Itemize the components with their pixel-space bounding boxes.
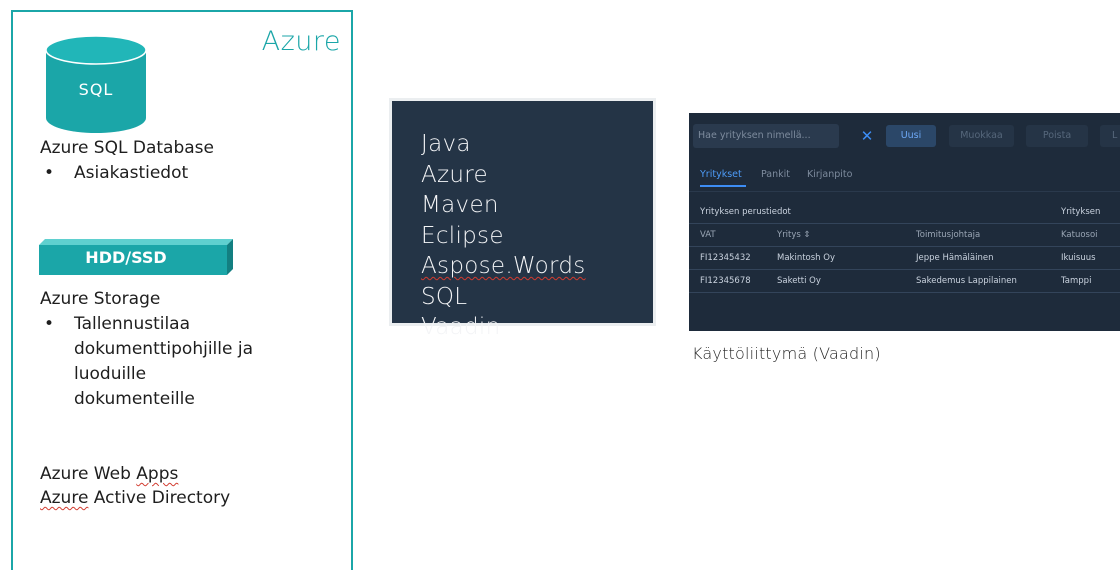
sql-database-section: Azure SQL Database • Asiakastiedot <box>40 136 214 186</box>
storage-bullet-line: luoduille <box>74 364 147 384</box>
bullet-icon: • <box>44 314 55 334</box>
bullet-icon: • <box>44 163 55 183</box>
column-header-company[interactable]: Yritys ⇕ <box>777 230 811 240</box>
cell-street: Tamppi <box>1061 276 1092 286</box>
grid-group-header: Yrityksen perustiedot Yrityksen <box>689 201 1120 223</box>
tab-accounting[interactable]: Kirjanpito <box>807 169 852 180</box>
sql-database-heading: Azure SQL Database <box>40 138 214 158</box>
sql-bullet-text: Asiakastiedot <box>74 163 189 183</box>
screenshot-caption: Käyttöliittymä (Vaadin) <box>692 344 881 363</box>
tech-item: Aspose.Words <box>421 251 653 282</box>
toolbar: Hae yrityksen nimellä... ✕ Uusi Muokkaa … <box>689 113 1120 153</box>
column-header-ceo[interactable]: Toimitusjohtaja <box>916 230 980 240</box>
tech-item: Azure <box>421 161 488 188</box>
storage-bullet-line: dokumenteille <box>74 389 195 409</box>
tech-item: Maven <box>421 192 499 218</box>
new-button[interactable]: Uusi <box>886 125 936 147</box>
active-tab-indicator <box>700 185 746 187</box>
cell-ceo: Sakedemus Lappilainen <box>916 276 1017 286</box>
tech-item: Java <box>421 131 471 157</box>
storage-bullet-line: Tallennustilaa <box>74 314 191 334</box>
search-input[interactable]: Hae yrityksen nimellä... <box>693 124 839 148</box>
tech-stack-panel: Java Azure Maven Eclipse Aspose.Words SQ… <box>389 98 656 340</box>
tech-item: Vaadin <box>421 314 501 340</box>
cell-vat: FI12345432 <box>700 253 751 263</box>
delete-button[interactable]: Poista <box>1026 125 1088 147</box>
storage-bullet-line: dokumenttipohjille ja <box>74 339 253 359</box>
tab-bar: Yritykset Pankit Kirjanpito <box>689 163 1120 187</box>
group-header-basic: Yrityksen perustiedot <box>700 207 791 217</box>
extra-button[interactable]: L <box>1100 125 1120 147</box>
column-header-vat[interactable]: VAT <box>700 230 716 240</box>
cell-company: Makintosh Oy <box>777 253 835 263</box>
edit-button[interactable]: Muokkaa <box>949 125 1014 147</box>
cell-ceo: Jeppe Hämäläinen <box>916 253 994 263</box>
cell-street: Ikuisuus <box>1061 253 1096 263</box>
tech-stack-list: Java Azure Maven Eclipse Aspose.Words SQ… <box>392 101 653 340</box>
database-label: SQL <box>78 80 114 99</box>
storage-section: Azure Storage • Tallennustilaa dokumentt… <box>40 287 253 412</box>
vaadin-ui-screenshot: Hae yrityksen nimellä... ✕ Uusi Muokkaa … <box>689 113 1120 331</box>
azure-title: Azure <box>261 26 341 57</box>
table-row[interactable]: FI12345432 Makintosh Oy Jeppe Hämäläinen… <box>689 247 1120 269</box>
azure-panel: Azure SQL Azure SQL Database • Asiakasti… <box>11 10 353 570</box>
grid-column-header: VAT Yritys ⇕ Toimitusjohtaja Katuosoi <box>689 224 1120 246</box>
column-header-street[interactable]: Katuosoi <box>1061 230 1098 240</box>
group-header-second: Yrityksen <box>1061 207 1101 217</box>
tabs-divider <box>689 191 1120 192</box>
tech-item-text: Aspose.Words <box>421 253 586 279</box>
storage-heading: Azure Storage <box>40 289 161 309</box>
active-directory-text: Azure Active Directory <box>40 488 231 508</box>
row-divider <box>689 292 1120 293</box>
tab-banks[interactable]: Pankit <box>761 169 790 180</box>
close-icon[interactable]: ✕ <box>859 124 875 148</box>
web-apps-label: Azure Web Apps <box>40 462 178 487</box>
sql-bullet-item: • Asiakastiedot <box>40 161 214 186</box>
storage-bullet-item: • Tallennustilaa dokumenttipohjille ja l… <box>40 312 253 412</box>
active-directory-label: Azure Active Directory <box>40 486 230 511</box>
table-row[interactable]: FI12345678 Saketti Oy Sakedemus Lappilai… <box>689 270 1120 292</box>
web-apps-text: Azure Web Apps <box>40 464 179 484</box>
cell-vat: FI12345678 <box>700 276 751 286</box>
tab-companies[interactable]: Yritykset <box>700 169 742 180</box>
tech-item: SQL <box>421 283 468 310</box>
cell-company: Saketti Oy <box>777 276 821 286</box>
storage-label: HDD/SSD <box>85 248 167 267</box>
tech-item: Eclipse <box>421 222 504 249</box>
